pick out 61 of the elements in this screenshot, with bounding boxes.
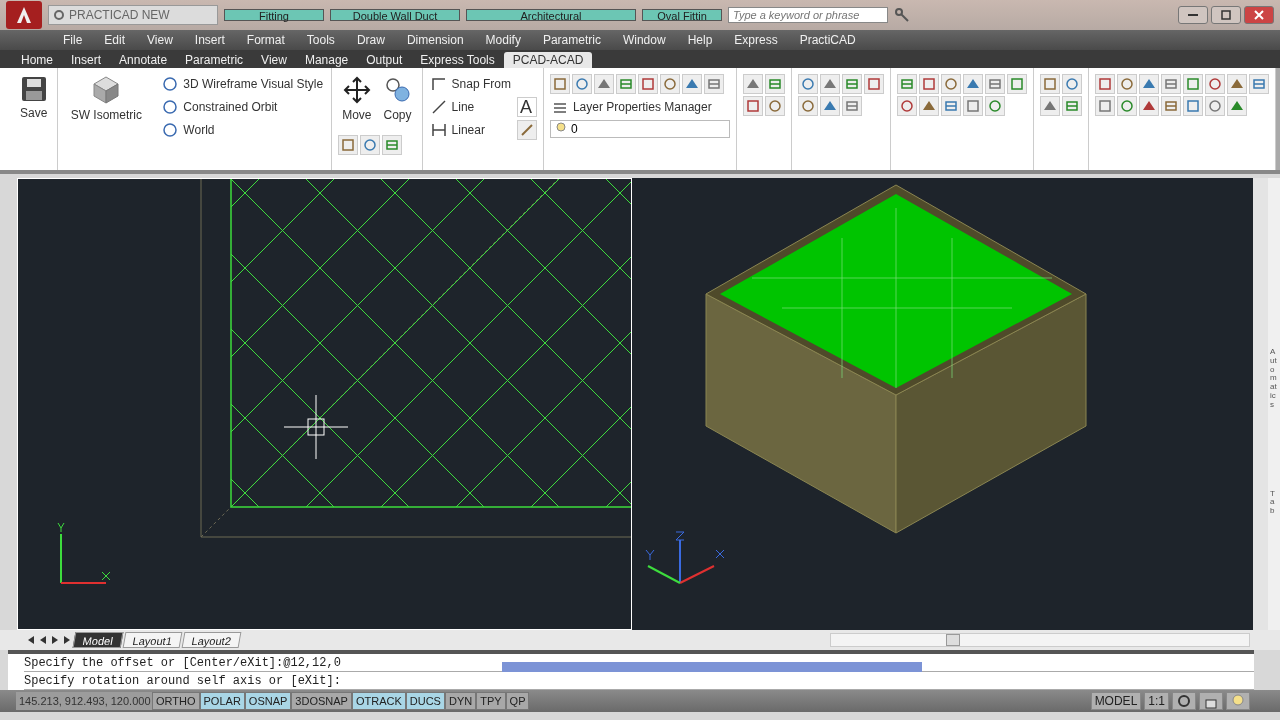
menu-item[interactable]: Insert [183, 33, 236, 47]
layer-dropdown[interactable]: 0 [549, 120, 730, 138]
menu-item[interactable]: Draw [345, 33, 396, 47]
layer-properties-button[interactable]: Layer Properties Manager [549, 97, 730, 117]
status-toggle[interactable]: ORTHO [152, 692, 200, 710]
floating-toolbar-title[interactable]: Oval Fittin [642, 9, 722, 21]
copy-button[interactable]: Copy [379, 74, 416, 124]
ribbon-tab[interactable]: Express Tools [411, 52, 504, 68]
status-toggle[interactable]: DUCS [405, 692, 445, 710]
floating-toolbar-title[interactable]: Double Wall Duct [330, 9, 460, 21]
menu-item[interactable]: Express [723, 33, 789, 47]
view-preset-button[interactable]: SW Isometric [64, 74, 149, 124]
floating-toolbar-title[interactable]: Fitting [224, 9, 324, 21]
annotation-scale-button[interactable]: 1:1 [1144, 692, 1169, 710]
save-button[interactable]: Save [16, 74, 52, 122]
menu-item[interactable]: View [136, 33, 184, 47]
menu-item[interactable]: Edit [93, 33, 137, 47]
status-toggle[interactable]: TPY [476, 692, 506, 710]
floating-toolbar-title[interactable]: Architectural [466, 9, 636, 21]
move-button[interactable]: Move [338, 74, 376, 124]
ribbon-tab[interactable]: Output [357, 52, 412, 68]
menu-item[interactable]: Dimension [395, 33, 475, 47]
palette-tab[interactable]: Tab [1270, 489, 1278, 516]
status-toggle[interactable]: OTRACK [351, 692, 406, 710]
menu-item[interactable]: PractiCAD [788, 33, 867, 47]
view-option-button[interactable]: 3D Wireframe Visual Style [160, 74, 326, 94]
menu-item[interactable]: Modify [474, 33, 532, 47]
status-toggle[interactable]: POLAR [199, 692, 245, 710]
ribbon-tab[interactable]: Manage [295, 52, 358, 68]
coordinates-readout: 145.213, 912.493, 120.000 [16, 692, 152, 710]
ribbon-tab[interactable]: Home [12, 52, 62, 68]
text-style-button[interactable]: A [516, 97, 537, 117]
workspace-dropdown[interactable]: PRACTICAD NEW [48, 5, 218, 25]
menu-item[interactable]: Parametric [531, 33, 612, 47]
status-toggle[interactable]: 3DOSNAP [291, 692, 352, 710]
status-toggle[interactable]: DYN [444, 692, 477, 710]
ribbon-tab[interactable]: Insert [62, 52, 111, 68]
layer-name: 0 [570, 122, 578, 136]
ribbon-tab[interactable]: Parametric [176, 52, 253, 68]
layout-tab[interactable]: Layout2 [181, 632, 242, 648]
search-field[interactable]: Type a keyword or phrase [728, 7, 888, 23]
menu-item[interactable]: Format [235, 33, 296, 47]
draw-tool-button[interactable]: Linear [428, 120, 513, 140]
menu-item[interactable]: Window [611, 33, 677, 47]
view-option-button[interactable]: World [160, 120, 326, 140]
status-toggle[interactable]: OSNAP [244, 692, 292, 710]
ribbon-tab[interactable]: PCAD-ACAD [503, 52, 593, 68]
menu-item[interactable]: File [52, 33, 94, 47]
draw-tool-button[interactable]: Line [428, 97, 513, 117]
status-toggle[interactable]: QP [505, 692, 530, 710]
workspace-name: PRACTICAD NEW [69, 8, 170, 22]
ribbon-tab[interactable]: Annotate [110, 52, 177, 68]
layout-tab[interactable]: Model [72, 632, 124, 648]
ribbon-tab[interactable]: View [252, 52, 296, 68]
model-space-button[interactable]: MODEL [1090, 692, 1142, 710]
palette-tab[interactable]: Automatics [1270, 348, 1278, 410]
layout-tab[interactable]: Layout1 [122, 632, 183, 648]
menu-item[interactable]: Help [676, 33, 724, 47]
menu-item[interactable]: Tools [295, 33, 346, 47]
view-option-button[interactable]: Constrained Orbit [160, 97, 326, 117]
draw-tool-button[interactable]: Snap From [428, 74, 513, 94]
